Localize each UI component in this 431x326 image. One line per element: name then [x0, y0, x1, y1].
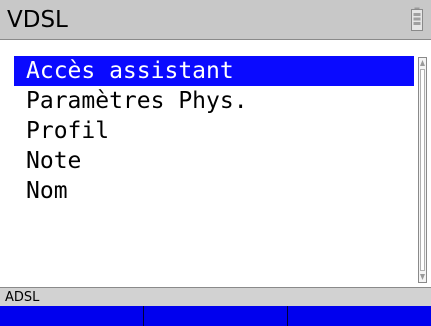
menu-item-nom[interactable]: Nom [14, 176, 414, 206]
menu-list: Accès assistant Paramètres Phys. Profil … [14, 56, 414, 206]
page-title: VDSL [7, 7, 68, 33]
scroll-down-arrow-icon[interactable] [420, 274, 425, 280]
scroll-up-arrow-icon[interactable] [420, 60, 425, 66]
scroll-thumb[interactable] [420, 69, 425, 271]
menu-item-acces-assistant[interactable]: Accès assistant [14, 56, 414, 86]
softkey-3[interactable] [287, 306, 431, 326]
softkey-2[interactable] [143, 306, 287, 326]
menu-item-profil[interactable]: Profil [14, 116, 414, 146]
menu-item-note[interactable]: Note [14, 146, 414, 176]
scrollbar[interactable] [418, 57, 427, 283]
battery-icon [411, 7, 423, 31]
menu-item-parametres-phys[interactable]: Paramètres Phys. [14, 86, 414, 116]
menu-panel: Accès assistant Paramètres Phys. Profil … [0, 40, 431, 287]
status-bar: ADSL [0, 287, 431, 306]
softkey-bar [0, 306, 431, 326]
softkey-1[interactable] [0, 306, 143, 326]
status-text: ADSL [5, 290, 40, 305]
title-bar: VDSL [0, 0, 431, 40]
